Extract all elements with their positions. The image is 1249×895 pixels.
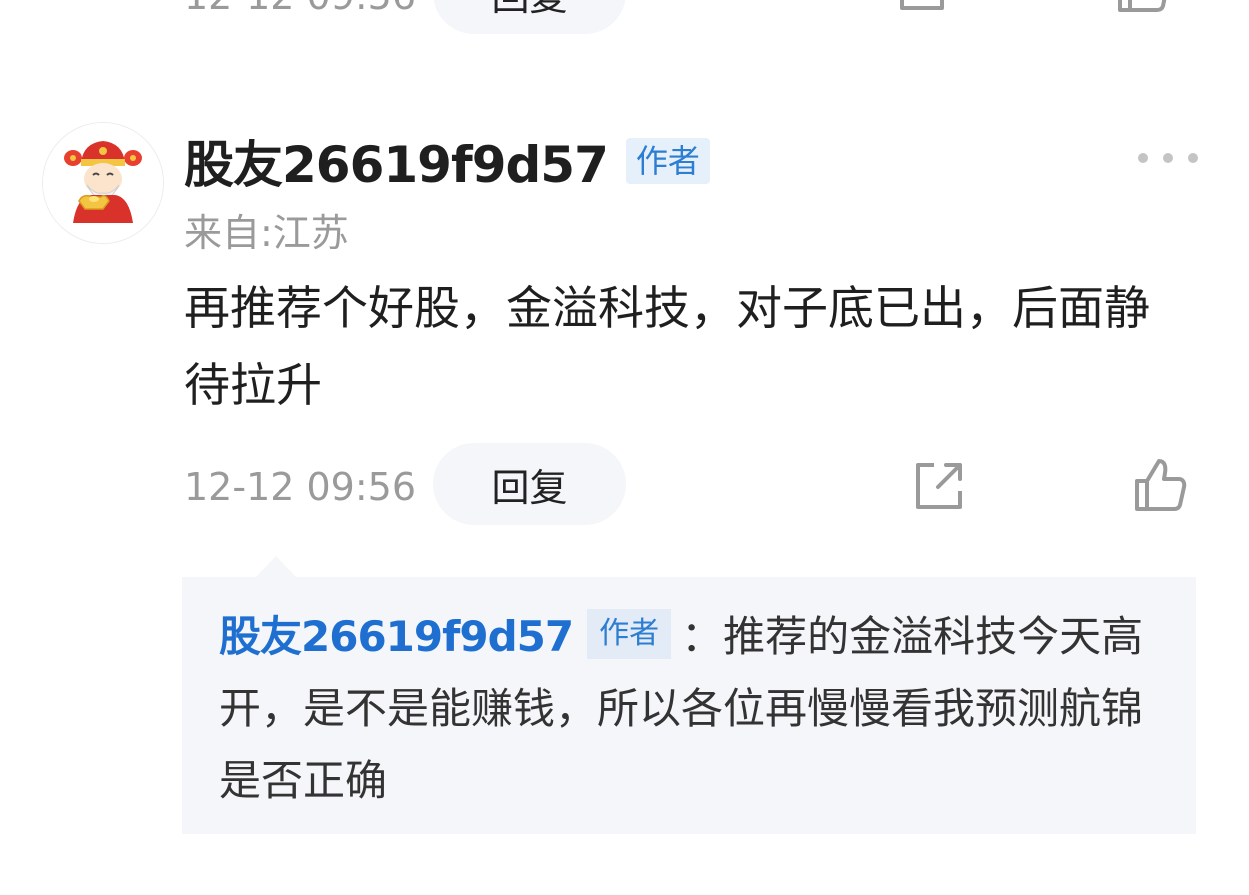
dot [1138,153,1148,163]
comment-thread: 12-12 09:56 回复 [0,0,1249,895]
reply-box-pointer [256,556,296,577]
thumbs-up-icon[interactable] [1114,0,1170,14]
comment-content: 再推荐个好股，金溢科技，对子底已出，后面静待拉升 [184,281,1150,412]
comment-actions: 12-12 09:56 回复 [0,443,1249,527]
more-dots-icon[interactable] [1138,150,1198,166]
dot [1188,153,1198,163]
author-badge: 作者 [625,138,710,184]
comment-time: 12-12 09:56 [184,465,417,509]
comment-header: 股友26619f9d57 作者 [184,126,710,196]
previous-comment-time: 12-12 09:56 [184,0,416,18]
user-location: 来自:江苏 [184,211,349,255]
reply-button[interactable]: 回复 [433,443,626,525]
sub-reply: 股友26619f9d57 作者 ：推荐的金溢科技今天高开，是不是能赚钱，所以各位再慢… [219,601,1160,817]
thumbs-up-icon[interactable] [1132,457,1188,513]
share-icon[interactable] [896,0,948,14]
previous-reply-button[interactable]: 回复 [433,0,626,34]
sub-reply-author-badge: 作者 [587,609,672,659]
previous-comment-actions: 12-12 09:56 回复 [0,0,1249,36]
sub-reply-separator: ： [681,612,724,661]
god-of-wealth-avatar [43,123,163,243]
sub-reply-box[interactable]: 股友26619f9d57 作者 ：推荐的金溢科技今天高开，是不是能赚钱，所以各位再慢… [182,577,1196,834]
user-avatar[interactable] [42,122,164,244]
username[interactable]: 股友26619f9d57 [184,125,609,197]
sub-reply-username[interactable]: 股友26619f9d57 [219,612,574,661]
share-icon[interactable] [912,459,966,513]
dot [1163,153,1173,163]
